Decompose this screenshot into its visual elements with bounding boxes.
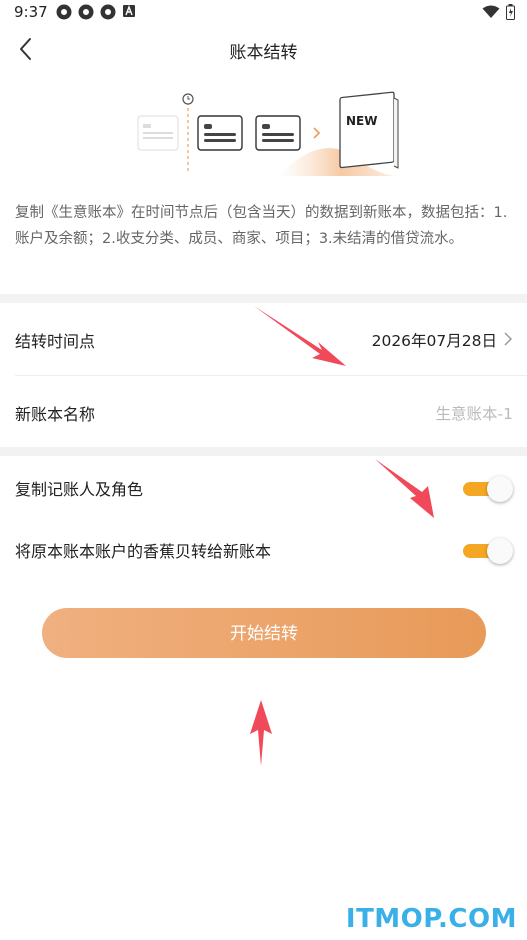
start-transfer-button[interactable]: 开始结转 bbox=[42, 608, 486, 658]
new-book-name-input[interactable]: 生意账本-1 bbox=[436, 402, 513, 424]
toggle-knob bbox=[487, 538, 513, 564]
transfer-banana-coins-toggle[interactable] bbox=[461, 538, 513, 564]
copy-bookkeepers-row: 复制记账人及角色 bbox=[0, 458, 527, 518]
status-bar: 9:37 bbox=[0, 0, 527, 26]
app-notification-icon bbox=[78, 4, 94, 20]
transfer-banana-coins-label: 将原本账本账户的香蕉贝转给新账本 bbox=[15, 542, 272, 561]
system-icons bbox=[482, 4, 515, 20]
new-badge: NEW bbox=[346, 114, 377, 128]
annotation-arrow-icon bbox=[250, 700, 272, 766]
section-divider bbox=[0, 447, 527, 456]
transfer-date-label: 结转时间点 bbox=[15, 332, 96, 351]
nav-bar: 账本结转 bbox=[0, 26, 527, 72]
annotation-arrow-icon bbox=[254, 306, 346, 366]
description-text: 复制《生意账本》在时间节点后（包含当天）的数据到新账本，数据包括：1.账户及余额… bbox=[15, 205, 508, 247]
wifi-icon bbox=[482, 5, 500, 18]
transfer-date-value: 2026年07月28日 bbox=[371, 332, 497, 350]
new-book-name-row[interactable]: 新账本名称 生意账本-1 bbox=[0, 376, 527, 448]
new-book-name-label: 新账本名称 bbox=[15, 405, 96, 424]
watermark: ITMOP.COM bbox=[345, 904, 517, 934]
chevron-right-icon bbox=[504, 332, 513, 346]
app-notification-icon bbox=[100, 4, 116, 20]
keyboard-notification-icon bbox=[123, 5, 135, 17]
battery-icon bbox=[506, 4, 515, 20]
status-time: 9:37 bbox=[14, 3, 48, 21]
transfer-illustration: NEW bbox=[137, 91, 404, 177]
copy-bookkeepers-toggle[interactable] bbox=[461, 476, 513, 502]
copy-bookkeepers-label: 复制记账人及角色 bbox=[15, 480, 144, 499]
page-title: 账本结转 bbox=[229, 43, 298, 63]
app-notification-icon bbox=[56, 4, 72, 20]
toggle-knob bbox=[487, 476, 513, 502]
annotation-arrow-icon bbox=[375, 459, 434, 518]
transfer-banana-coins-row: 将原本账本账户的香蕉贝转给新账本 bbox=[0, 520, 527, 580]
notification-icons bbox=[56, 4, 136, 20]
